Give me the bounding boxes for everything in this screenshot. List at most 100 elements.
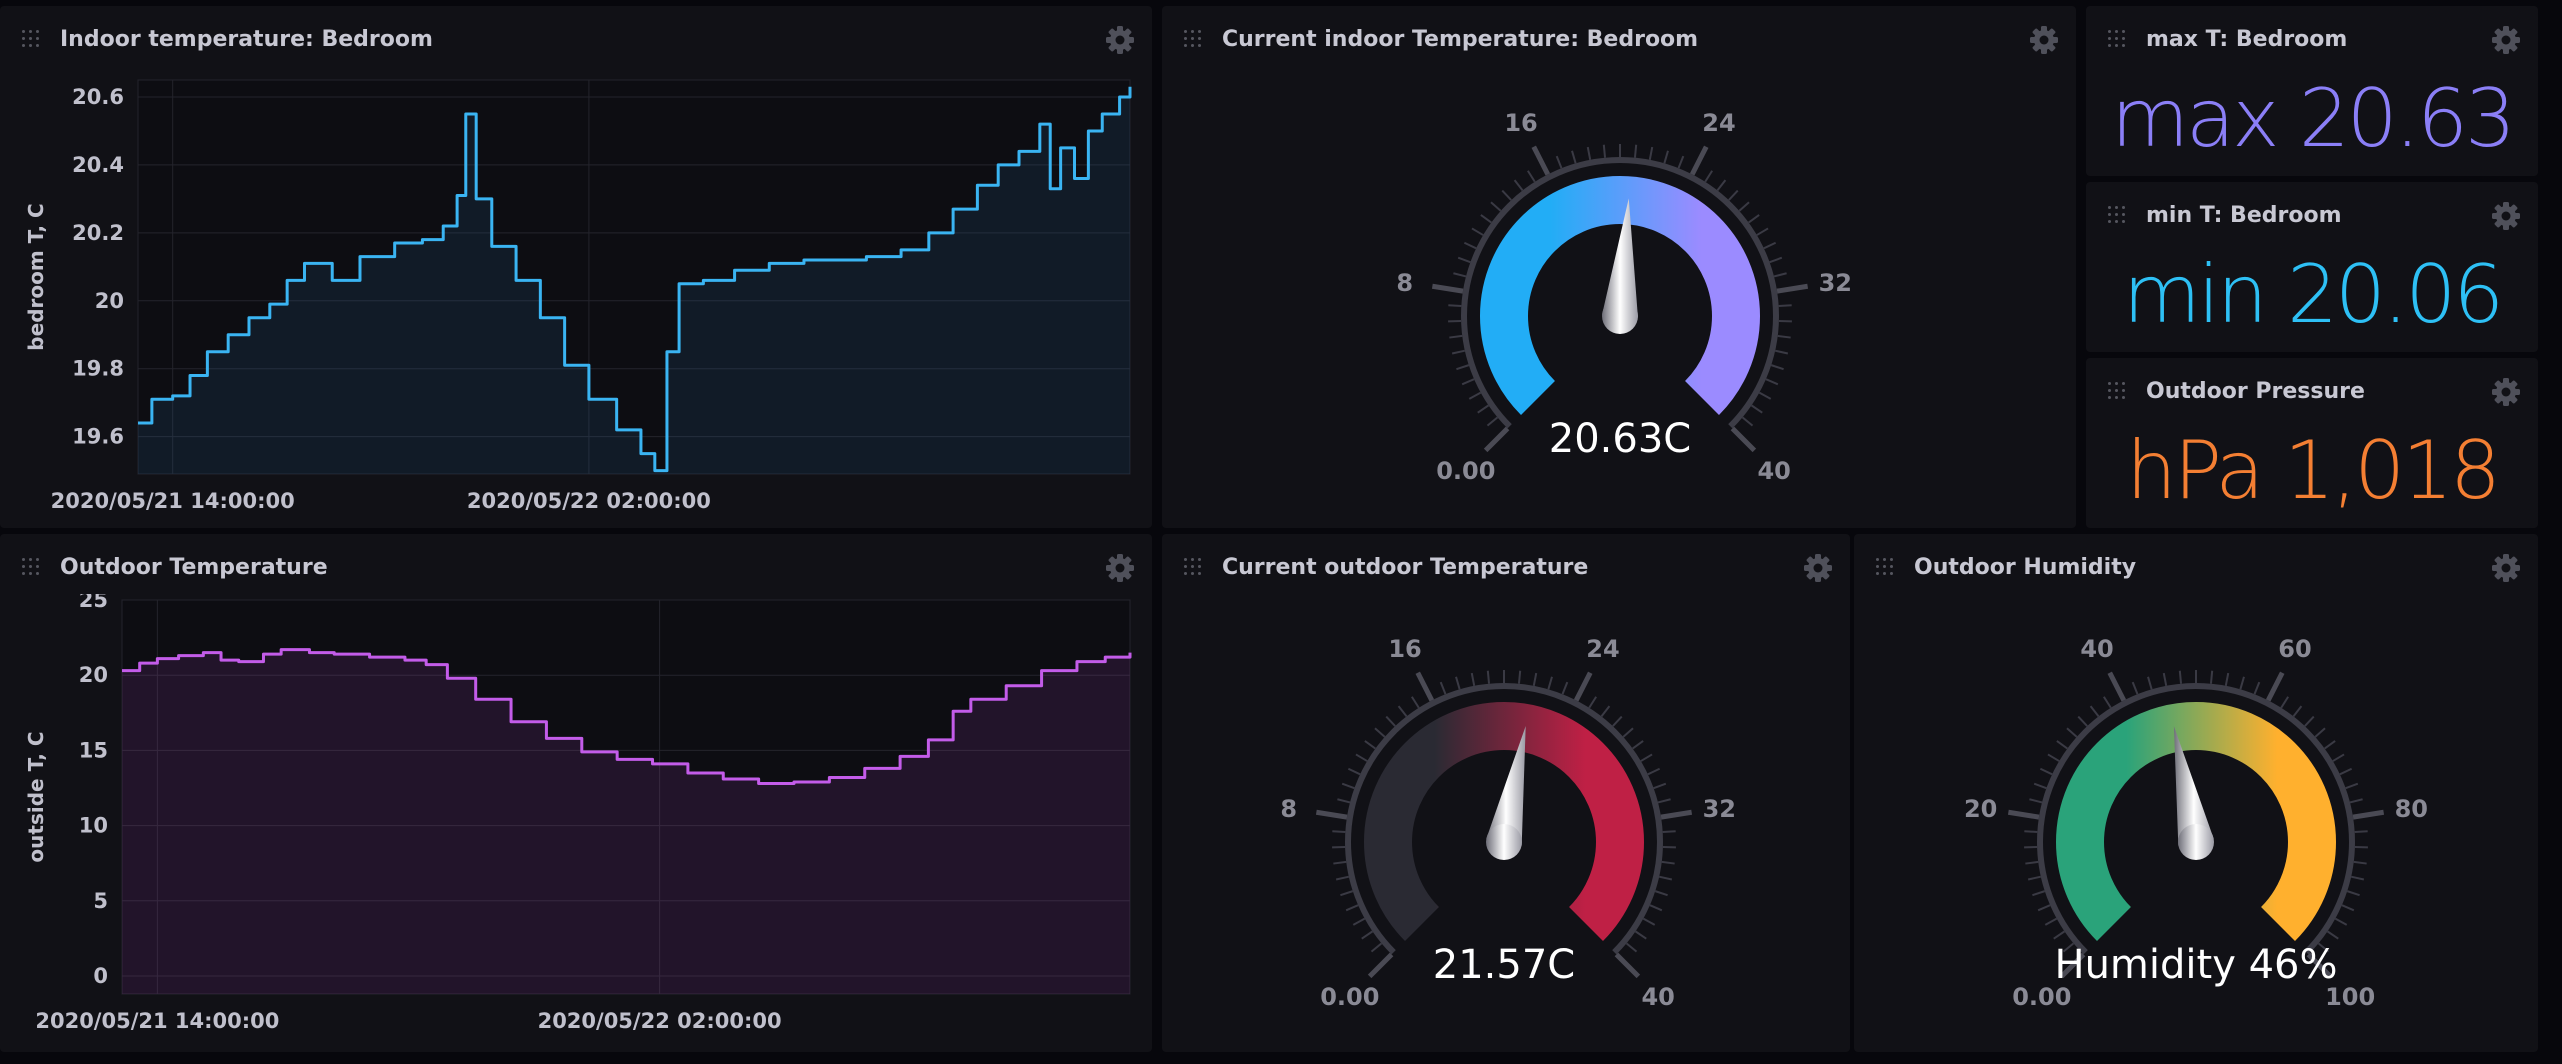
cell-header: Outdoor Humidity	[1854, 534, 2538, 594]
drag-handle-icon[interactable]	[1876, 558, 1894, 576]
gauge-minor-tick	[1468, 391, 1482, 400]
gauge-minor-tick	[2053, 930, 2066, 940]
y-tick-label: 0	[93, 964, 108, 988]
gauge-minor-tick	[2024, 830, 2038, 834]
gauge-needle-hub	[1602, 298, 1638, 334]
indoor-temperature-cell: Indoor temperature: Bedroom 19.6 19.8 20 20…	[0, 6, 1152, 528]
gauge-minor-tick	[1647, 767, 1661, 776]
drag-handle-icon[interactable]	[1184, 30, 1202, 48]
gauge-tick-label: 8	[1280, 795, 1297, 823]
drag-handle-icon[interactable]	[1184, 558, 1202, 576]
cell-title: min T: Bedroom	[2146, 203, 2342, 228]
gauge-minor-tick	[1704, 170, 1714, 183]
max-temperature-cell: max T: Bedroom max 20.63	[2086, 6, 2538, 176]
gear-icon[interactable]	[2028, 24, 2060, 56]
gauge-major-tick	[2107, 671, 2127, 702]
drag-handle-icon[interactable]	[2108, 206, 2126, 224]
gauge-minor-tick	[2209, 670, 2214, 684]
gauge-minor-tick	[2044, 917, 2058, 926]
gauge-minor-tick	[2334, 917, 2348, 926]
gauge-minor-tick	[1716, 179, 1727, 191]
gauge-minor-tick	[1347, 767, 1361, 776]
gear-icon[interactable]	[1104, 24, 1136, 56]
gauge-minor-tick	[1370, 942, 1383, 953]
y-tick-label: 20.2	[72, 221, 124, 245]
gauge-minor-tick	[1770, 364, 1784, 371]
y-axis-label: bedroom T, C	[24, 203, 48, 350]
gauge-minor-tick	[2178, 670, 2183, 684]
gauge-minor-tick	[1453, 272, 1467, 278]
gauge-major-tick	[1531, 145, 1551, 176]
gauge-minor-tick	[2066, 727, 2078, 738]
gauge-minor-tick	[2162, 672, 2168, 687]
gauge-minor-tick	[1490, 201, 1502, 212]
gauge-minor-tick	[1439, 681, 1447, 695]
drag-handle-icon[interactable]	[22, 558, 40, 576]
gauge-minor-tick	[1410, 696, 1420, 709]
cell-header: Current indoor Temperature: Bedroom	[1162, 6, 2076, 66]
gauge-minor-tick	[1756, 227, 1769, 236]
cell-title: Current indoor Temperature: Bedroom	[1222, 27, 1699, 52]
gauge-major-tick	[1614, 952, 1641, 979]
gear-icon[interactable]	[2490, 376, 2522, 408]
gauge-minor-tick	[1763, 241, 1777, 250]
gauge-minor-tick	[1600, 705, 1611, 717]
drag-handle-icon[interactable]	[2108, 30, 2126, 48]
cell-header: Outdoor Temperature	[0, 534, 1152, 594]
gauge-minor-tick	[1471, 227, 1484, 236]
gauge-minor-tick	[2341, 904, 2355, 912]
gauge-tick-label: 80	[2395, 795, 2428, 823]
gauge-minor-tick	[2350, 875, 2365, 881]
gauge-minor-tick	[1461, 378, 1475, 386]
gauge-minor-tick	[2326, 930, 2339, 940]
indoor-temperature-gauge: 0.00 8 16 24 32 40 20.63C	[1396, 109, 1852, 485]
indoor-temperature-chart: 19.6 19.8 20 20.2 20.4 20.6 2020/05/21 14:00:0…	[24, 79, 1132, 513]
gauge-major-tick	[1431, 283, 1464, 294]
gauge-minor-tick	[1457, 256, 1471, 264]
y-tick-label: 15	[79, 738, 108, 762]
gauge-major-tick	[2352, 809, 2385, 820]
gauge-minor-tick	[2354, 830, 2368, 834]
max-temperature-value: max 20.63	[2111, 72, 2516, 165]
gauge-minor-tick	[1769, 256, 1783, 264]
gauge-minor-tick	[1658, 875, 1673, 881]
gauge-tick-label: 24	[1586, 635, 1619, 663]
min-temperature-value: min 20.06	[2122, 248, 2504, 341]
indoor-gauge-cell: Current indoor Temperature: Bedroom 0.00…	[1162, 6, 2076, 528]
outdoor-pressure-cell: Outdoor Pressure hPa 1,018	[2086, 358, 2538, 528]
gauge-minor-tick	[1517, 670, 1522, 684]
gear-icon[interactable]	[1104, 552, 1136, 584]
gauge-minor-tick	[1778, 304, 1792, 308]
gauge-minor-tick	[1448, 304, 1462, 308]
cell-header: min T: Bedroom	[2086, 182, 2538, 242]
gauge-minor-tick	[1532, 672, 1538, 687]
gauge-minor-tick	[1456, 364, 1470, 371]
gauge-major-tick	[1660, 809, 1693, 820]
gear-icon[interactable]	[2490, 200, 2522, 232]
gauge-minor-tick	[1648, 146, 1654, 161]
cell-title: Outdoor Pressure	[2146, 379, 2365, 404]
gauge-minor-tick	[2033, 782, 2047, 790]
outdoor-temperature-cell: Outdoor Temperature 0 5 10 15 20 25 2020/05/21…	[0, 534, 1152, 1052]
drag-handle-icon[interactable]	[2108, 382, 2126, 400]
gauge-tick-label: 20	[1964, 795, 1997, 823]
gauge-minor-tick	[2324, 740, 2336, 750]
outdoor-temperature-gauge: 0.00 8 16 24 32 40 21.57C	[1280, 635, 1736, 1011]
gear-icon[interactable]	[2490, 552, 2522, 584]
drag-handle-icon[interactable]	[22, 30, 40, 48]
gauge-minor-tick	[1649, 904, 1663, 912]
gauge-minor-tick	[2047, 753, 2060, 762]
cell-title: Outdoor Temperature	[60, 555, 328, 580]
gauge-minor-tick	[1345, 904, 1359, 912]
gear-icon[interactable]	[2490, 24, 2522, 56]
gauge-minor-tick	[2292, 705, 2303, 717]
gauge-minor-tick	[2056, 740, 2068, 750]
gauge-readout: 20.63C	[1549, 416, 1691, 462]
cell-title: Current outdoor Temperature	[1222, 555, 1589, 580]
gauge-major-tick	[1367, 952, 1394, 979]
gauge-needle-hub	[1486, 824, 1522, 860]
gauge-minor-tick	[1728, 189, 1739, 201]
gauge-minor-tick	[2224, 672, 2230, 687]
gauge-minor-tick	[1547, 676, 1553, 690]
gear-icon[interactable]	[1802, 552, 1834, 584]
